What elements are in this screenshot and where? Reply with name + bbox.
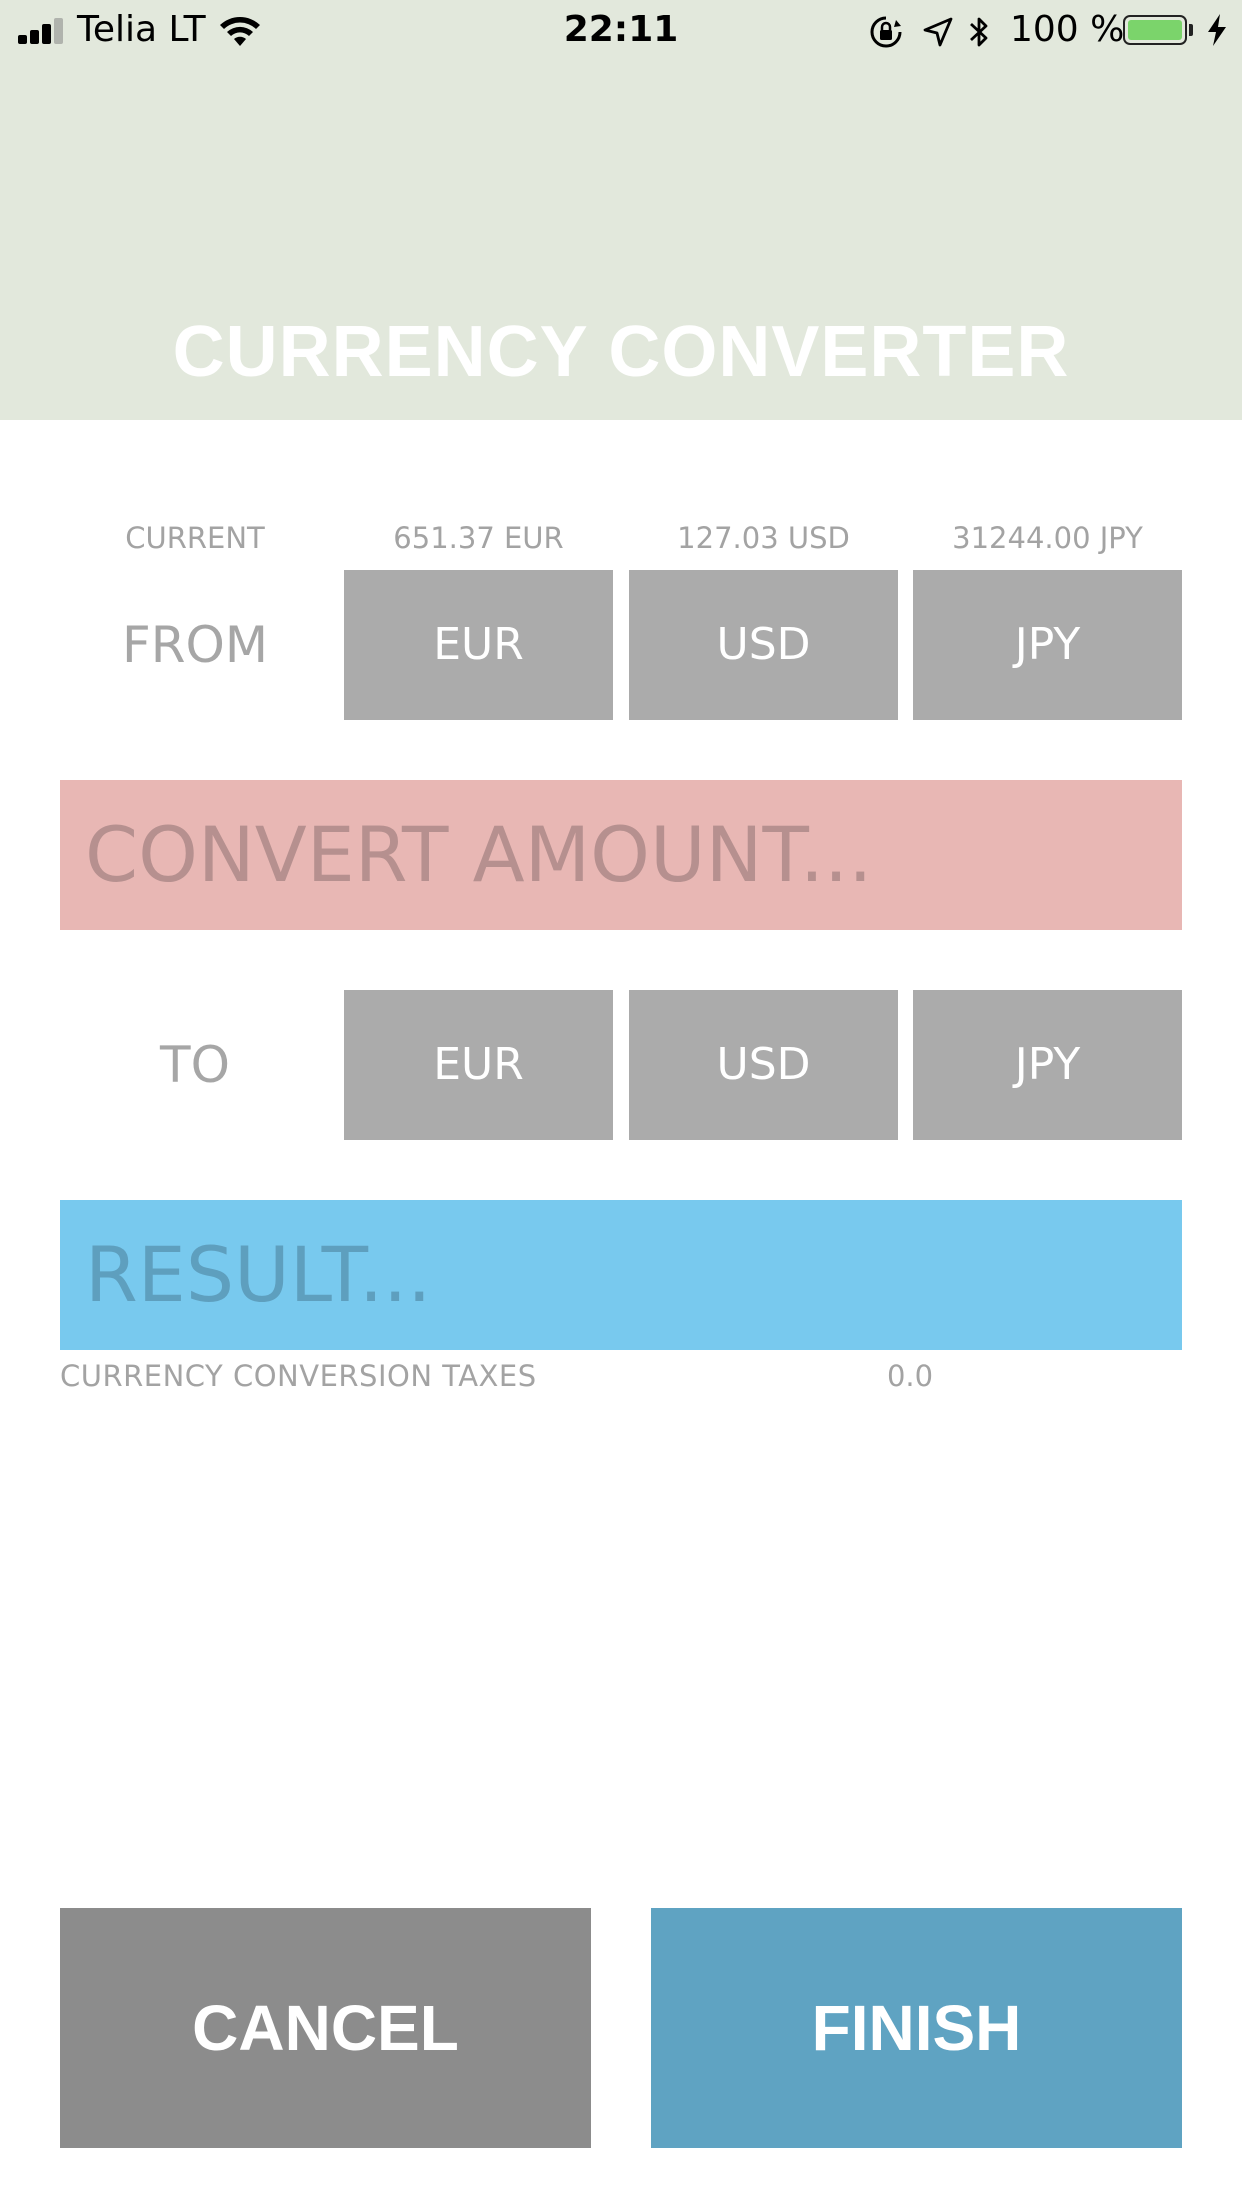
- convert-amount-input[interactable]: CONVERT AMOUNT...: [60, 780, 1182, 930]
- from-usd-button[interactable]: USD: [629, 570, 898, 720]
- battery-fill: [1128, 20, 1182, 40]
- to-label: TO: [160, 1036, 230, 1094]
- battery-cap: [1189, 24, 1193, 36]
- current-balance-label: CURRENT: [125, 521, 265, 555]
- from-label: FROM: [122, 616, 268, 674]
- to-usd-button[interactable]: USD: [629, 990, 898, 1140]
- orientation-lock-icon: [870, 16, 902, 48]
- battery-icon: [1123, 15, 1187, 45]
- location-icon: [923, 17, 953, 47]
- battery-percent: 100 %: [1010, 9, 1125, 50]
- header: Telia LT 22:11 100 % CURRENCY CONVERTER: [0, 0, 1242, 420]
- from-jpy-button[interactable]: JPY: [913, 570, 1182, 720]
- conversion-taxes-label: CURRENCY CONVERSION TAXES: [60, 1359, 537, 1393]
- to-jpy-button[interactable]: JPY: [913, 990, 1182, 1140]
- to-eur-button[interactable]: EUR: [344, 990, 613, 1140]
- balance-eur: 651.37 EUR: [393, 521, 564, 555]
- result-field: RESULT...: [60, 1200, 1182, 1350]
- conversion-taxes-value: 0.0: [886, 1359, 934, 1393]
- finish-button[interactable]: FINISH: [651, 1908, 1182, 2148]
- from-eur-button[interactable]: EUR: [344, 570, 613, 720]
- balance-usd: 127.03 USD: [677, 521, 850, 555]
- cancel-button[interactable]: CANCEL: [60, 1908, 591, 2148]
- charging-icon: [1208, 14, 1226, 46]
- status-bar: Telia LT 22:11 100 %: [0, 0, 1242, 60]
- bluetooth-icon: [970, 17, 988, 47]
- page-title: CURRENCY CONVERTER: [172, 312, 1070, 392]
- balance-jpy: 31244.00 JPY: [952, 521, 1143, 555]
